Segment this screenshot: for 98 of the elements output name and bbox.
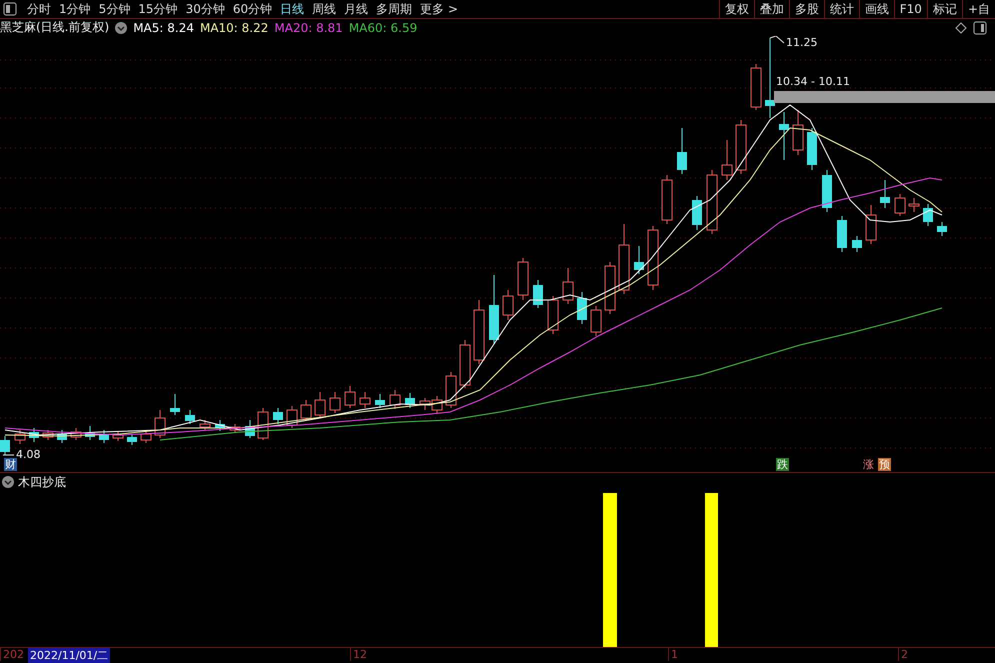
candlestick bbox=[866, 204, 876, 244]
candlestick bbox=[779, 112, 789, 160]
candlestick bbox=[548, 296, 558, 334]
candlestick bbox=[375, 394, 385, 408]
candlestick bbox=[154, 410, 166, 438]
candlestick bbox=[127, 434, 137, 446]
low-price-label: 4.08 bbox=[16, 448, 40, 461]
candlestick bbox=[112, 432, 124, 442]
pointer-line bbox=[770, 36, 784, 44]
candlestick bbox=[792, 110, 804, 156]
candlestick bbox=[185, 410, 195, 424]
moving-average-value: MA20: 8.81 bbox=[274, 20, 343, 34]
moving-average-value: MA60: 6.59 bbox=[348, 20, 418, 34]
event-marker[interactable]: 财 bbox=[4, 458, 17, 471]
candlestick bbox=[662, 174, 672, 224]
candlestick bbox=[99, 430, 109, 444]
candlestick bbox=[577, 292, 587, 324]
period-tab[interactable]: 月线 bbox=[340, 0, 372, 18]
panel-toggle-icon[interactable] bbox=[3, 2, 17, 16]
candlestick bbox=[648, 226, 658, 290]
moving-average-value: MA10: 8.22 bbox=[200, 20, 268, 34]
period-tab[interactable]: 15分钟 bbox=[134, 0, 182, 18]
candlestick bbox=[604, 262, 616, 314]
candlestick bbox=[474, 300, 484, 364]
candlestick bbox=[489, 274, 499, 344]
candlestick bbox=[562, 268, 574, 304]
candlestick bbox=[360, 392, 370, 408]
candlestick bbox=[880, 180, 890, 208]
event-marker[interactable]: 跌 bbox=[776, 458, 789, 471]
axis-label: 12 bbox=[350, 648, 367, 661]
dropdown-icon[interactable] bbox=[2, 476, 14, 488]
event-marker[interactable]: 涨 bbox=[862, 458, 875, 471]
candlestick bbox=[894, 194, 906, 216]
period-tab[interactable]: 5分钟 bbox=[94, 0, 134, 18]
candlestick bbox=[200, 420, 210, 430]
candlestick bbox=[215, 420, 225, 432]
period-tab[interactable]: 30分钟 bbox=[182, 0, 229, 18]
candlestick bbox=[170, 394, 180, 416]
candlestick bbox=[736, 120, 746, 174]
candlestick bbox=[502, 290, 514, 320]
candlestick bbox=[314, 392, 326, 418]
axis-label: 1 bbox=[668, 648, 678, 661]
period-tab[interactable]: 1分钟 bbox=[55, 0, 95, 18]
candlestick bbox=[330, 392, 340, 414]
candlestick bbox=[14, 430, 26, 444]
candlestick bbox=[852, 236, 862, 252]
period-tab[interactable]: 多周期 bbox=[372, 0, 416, 18]
candlestick bbox=[446, 372, 456, 408]
candlestick bbox=[807, 128, 817, 170]
axis-label: 2 bbox=[898, 648, 908, 661]
candlestick bbox=[590, 306, 602, 336]
diamond-icon[interactable] bbox=[955, 22, 967, 34]
candlestick bbox=[460, 340, 470, 388]
candlestick bbox=[258, 408, 268, 440]
dropdown-icon[interactable] bbox=[115, 22, 128, 34]
candlestick bbox=[140, 430, 152, 444]
candlestick bbox=[286, 406, 298, 428]
candlestick bbox=[706, 170, 718, 234]
candlestick bbox=[405, 392, 415, 408]
candlestick bbox=[908, 198, 920, 212]
chart-title: 黑芝麻(日线.前复权) bbox=[0, 19, 110, 36]
candlestick bbox=[70, 428, 82, 440]
period-tab[interactable]: 日线 bbox=[276, 0, 308, 18]
candlestick bbox=[923, 204, 933, 226]
moving-average-value: MA5: 8.24 bbox=[133, 20, 194, 34]
candlestick bbox=[618, 224, 630, 294]
price-range-label: 10.34 - 10.11 bbox=[776, 75, 850, 88]
candlestick bbox=[85, 426, 95, 440]
axis-label: 202 bbox=[0, 648, 24, 661]
candlestick bbox=[230, 424, 240, 434]
candlestick bbox=[344, 386, 356, 408]
high-price-label: 11.25 bbox=[786, 36, 818, 49]
period-tab[interactable]: 分时 bbox=[23, 0, 55, 18]
candlestick bbox=[677, 128, 687, 174]
candlestick bbox=[57, 430, 67, 444]
indicator-title: 木四抄底 bbox=[18, 474, 66, 490]
candlestick bbox=[42, 430, 54, 440]
candlestick bbox=[245, 420, 255, 438]
period-tab[interactable]: 60分钟 bbox=[228, 0, 276, 18]
candlestick bbox=[518, 258, 528, 300]
candlestick bbox=[533, 280, 543, 308]
candlestick bbox=[750, 64, 762, 110]
candlestick bbox=[634, 246, 644, 274]
candlestick bbox=[822, 170, 832, 212]
period-tab[interactable]: 周线 bbox=[308, 0, 340, 18]
candlestick bbox=[300, 400, 312, 422]
event-marker[interactable]: 预 bbox=[878, 458, 891, 471]
candlestick bbox=[837, 216, 847, 252]
candlestick bbox=[0, 436, 10, 456]
cursor-date-label: 2022/11/01/二 bbox=[28, 648, 110, 663]
candlestick bbox=[722, 140, 732, 180]
period-tab[interactable]: 更多 > bbox=[416, 0, 462, 18]
candlestick bbox=[273, 408, 283, 424]
candlestick bbox=[692, 196, 702, 230]
panel-toggle-icon[interactable] bbox=[973, 20, 987, 34]
candlestick bbox=[29, 428, 39, 442]
candlestick bbox=[390, 390, 400, 410]
candlestick bbox=[937, 222, 947, 236]
